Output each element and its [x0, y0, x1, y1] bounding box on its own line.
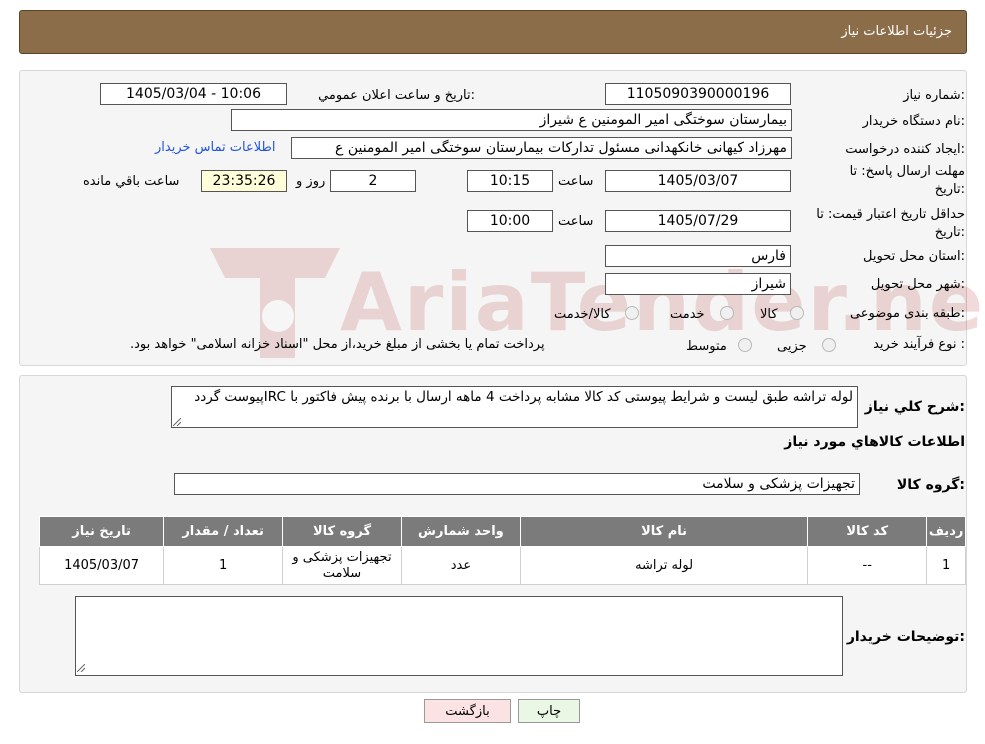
- category-goods-service-radio[interactable]: [625, 306, 639, 320]
- announce-datetime-label: تاریخ و ساعت اعلان عمومي:: [318, 88, 475, 103]
- cell-unit: عدد: [400, 546, 521, 585]
- watermark-text: AriaTender.neT: [340, 256, 985, 349]
- price-validity-time-field: 10:00: [467, 210, 553, 232]
- buyer-notes-label: توضیحات خریدار:: [846, 629, 965, 645]
- category-goods-radio[interactable]: [790, 306, 804, 320]
- category-service-label: خدمت: [670, 307, 705, 322]
- resize-grip-icon[interactable]: [77, 664, 85, 672]
- deadline-label-line1: مهلت ارسال پاسخ: تا: [849, 164, 965, 179]
- goods-info-title: اطلاعات کالاهاي مورد نیاز: [784, 434, 965, 450]
- table-row: 1 -- لوله تراشه عدد تجهیزات پزشکی و سلام…: [38, 546, 966, 585]
- category-goods-label: کالا: [760, 307, 778, 322]
- process-medium-radio[interactable]: [738, 338, 752, 352]
- category-goods-service-label: کالا/خدمت: [554, 307, 611, 322]
- subject-category-label: طبقه بندی موضوعی:: [849, 306, 965, 321]
- col-header-row-number: ردیف: [926, 516, 966, 547]
- col-header-quantity: تعداد / مقدار: [163, 516, 284, 547]
- days-remaining-field: 2: [330, 170, 416, 192]
- price-validity-time-label: ساعت: [558, 214, 594, 229]
- cell-quantity: 1: [163, 546, 284, 585]
- remaining-time-label: ساعت باقي مانده: [83, 174, 180, 189]
- col-header-need-date: تاریخ نیاز: [38, 516, 165, 547]
- process-medium-label: متوسط: [686, 339, 727, 354]
- remaining-time-field: 23:35:26: [201, 170, 287, 192]
- col-header-goods-group: گروه کالا: [282, 516, 402, 547]
- buyer-contact-link[interactable]: اطلاعات تماس خریدار: [155, 140, 275, 155]
- delivery-province-label: استان محل تحویل:: [863, 249, 965, 264]
- items-table-container: ردیف کد کالا نام کالا واحد شمارش گروه کا…: [38, 516, 966, 585]
- print-button[interactable]: چاپ: [518, 699, 580, 723]
- items-table: ردیف کد کالا نام کالا واحد شمارش گروه کا…: [38, 516, 966, 585]
- resize-grip-icon[interactable]: [173, 418, 181, 426]
- col-header-unit: واحد شمارش: [400, 516, 521, 547]
- category-service-radio[interactable]: [720, 306, 734, 320]
- deadline-time-label: ساعت: [558, 174, 594, 189]
- buyer-notes-textarea[interactable]: [75, 596, 843, 676]
- days-label: روز و: [296, 174, 326, 189]
- buyer-org-field: بیمارستان سوختگی امیر المومنین ع شیراز: [231, 109, 792, 131]
- process-payment-note: پرداخت تمام یا بخشی از مبلغ خرید،از محل …: [130, 337, 545, 352]
- purchase-process-label: نوع فرآیند خرید :: [873, 337, 965, 352]
- price-validity-label-line2: تاریخ:: [934, 225, 965, 240]
- cell-item-code: --: [807, 546, 928, 585]
- deadline-time-field: 10:15: [467, 170, 553, 192]
- goods-group-label: گروه کالا:: [896, 477, 965, 493]
- request-creator-field: مهرزاد کیهانی خانکهدانی مسئول تدارکات بی…: [291, 137, 792, 159]
- deadline-date-field: 1405/03/07: [605, 170, 791, 192]
- items-table-header-row: ردیف کد کالا نام کالا واحد شمارش گروه کا…: [38, 516, 966, 547]
- request-creator-label: ایجاد کننده درخواست:: [845, 142, 965, 157]
- process-minor-label: جزیی: [777, 339, 807, 354]
- buyer-org-label: نام دستگاه خریدار:: [862, 114, 965, 129]
- delivery-city-field: شیراز: [605, 273, 791, 295]
- deadline-label-line2: تاریخ:: [934, 182, 965, 197]
- cell-goods-group: تجهیزات پزشکی و سلامت: [282, 546, 402, 585]
- page-header: جزئیات اطلاعات نیاز: [19, 10, 967, 54]
- need-number-field: 1105090390000196: [605, 83, 791, 105]
- back-button[interactable]: بازگشت: [424, 699, 511, 723]
- cell-item-name: لوله تراشه: [519, 546, 809, 585]
- price-validity-label-line1: حداقل تاریخ اعتبار قیمت: تا: [816, 207, 965, 222]
- goods-group-field: تجهیزات پزشکی و سلامت: [174, 473, 860, 495]
- col-header-item-code: کد کالا: [807, 516, 928, 547]
- price-validity-date-field: 1405/07/29: [605, 210, 791, 232]
- cell-need-date: 1405/03/07: [38, 546, 165, 585]
- need-number-label: شماره نیاز:: [903, 88, 965, 103]
- general-description-label: شرح کلي نیاز:: [864, 399, 965, 415]
- cell-row-number: 1: [926, 546, 966, 585]
- general-description-textarea[interactable]: لوله تراشه طبق لیست و شرایط پیوستی کد کا…: [171, 386, 858, 428]
- page-title: جزئیات اطلاعات نیاز: [841, 24, 952, 39]
- delivery-province-field: فارس: [605, 245, 791, 267]
- delivery-city-label: شهر محل تحویل:: [870, 277, 965, 292]
- col-header-item-name: نام کالا: [519, 516, 809, 547]
- general-description-text: لوله تراشه طبق لیست و شرایط پیوستی کد کا…: [194, 389, 853, 405]
- process-minor-radio[interactable]: [822, 338, 836, 352]
- announce-datetime-field: 1405/03/04 - 10:06: [100, 83, 287, 105]
